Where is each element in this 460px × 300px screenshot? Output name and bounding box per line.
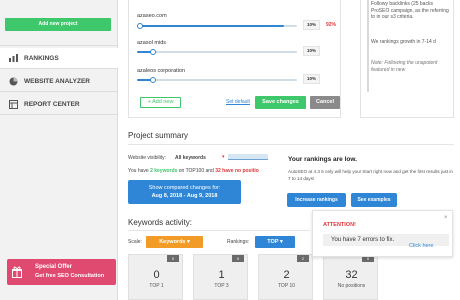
stat-label: No positions — [337, 283, 366, 289]
visibility-bar — [228, 154, 268, 160]
competitor-slider[interactable] — [137, 51, 297, 53]
increase-rankings-button[interactable]: Increase rankings — [287, 193, 346, 207]
rankings-label: Rankings: — [227, 239, 250, 245]
rankings-dropdown[interactable]: TOP ▾ — [255, 236, 295, 248]
divider — [0, 114, 118, 115]
cancel-button[interactable]: Cancel — [310, 96, 340, 109]
nav-item-website-analyzer[interactable]: WEBSITE ANALYZER — [0, 71, 118, 91]
attention-title: ATTENTION! — [323, 222, 356, 228]
stat-card-top3[interactable]: 0 1 TOP 3 — [193, 254, 248, 300]
scale-label: Scale: — [128, 239, 142, 245]
nav-item-rankings[interactable]: RANKINGS — [0, 48, 118, 68]
stat-label: TOP 1 — [149, 283, 164, 289]
special-offer-subtitle: Get free SEO Consultation — [35, 273, 105, 279]
project-summary-title: Project summary — [128, 131, 189, 140]
chevron-down-icon: ▾ — [187, 239, 190, 245]
rankings-bars-icon — [8, 53, 18, 63]
divider — [128, 230, 310, 231]
visibility-label: Website visibility: — [128, 155, 166, 161]
attention-popup: ATTENTION! × You have 7 errors to fix. — [312, 210, 453, 257]
stat-value: 1 — [218, 269, 225, 281]
stat-value: 32 — [345, 269, 358, 281]
compare-dates: Aug 8, 2018 - Aug 9, 2018 — [151, 193, 218, 199]
tip-paragraph: Followy backlinks (25 backs ProSEO campa… — [371, 1, 449, 20]
slider-fill — [137, 25, 284, 27]
show-compared-changes-button[interactable]: Show compared changes for: Aug 8, 2018 -… — [128, 180, 241, 204]
stat-value: 2 — [283, 269, 290, 281]
gift-icon — [12, 265, 22, 278]
stat-card-top10[interactable]: 2 2 TOP 10 — [258, 254, 313, 300]
report-grid-icon — [8, 99, 18, 109]
slider-handle[interactable] — [150, 49, 156, 55]
competitor-name: azasol mids — [137, 40, 167, 46]
visibility-select[interactable]: All keywords — [175, 155, 206, 161]
keywords-summary-text: You have 2 keywords on TOP100 and 32 hav… — [128, 168, 259, 174]
divider — [0, 45, 118, 46]
competitor-extra-percent: 92% — [326, 22, 337, 28]
click-here-link[interactable]: Click here — [409, 243, 433, 249]
divider — [128, 144, 454, 145]
nav-item-report-center[interactable]: REPORT CENTER — [0, 94, 118, 114]
nav-label: RANKINGS — [24, 54, 59, 62]
stat-badge: 0 — [167, 255, 179, 262]
stat-card-top100[interactable]: 0 32 No positions — [323, 254, 378, 300]
close-icon[interactable]: × — [444, 215, 448, 221]
stat-label: TOP 3 — [214, 283, 229, 289]
rankings-low-text: AutoSEO at 4.3 5 only will help you! Sta… — [288, 169, 453, 181]
nav-label: WEBSITE ANALYZER — [24, 77, 90, 85]
competitor-percent: 10% — [303, 74, 320, 84]
competitor-slider[interactable] — [137, 79, 297, 81]
divider — [0, 68, 118, 69]
special-offer-banner[interactable]: Special Offer Get free SEO Consultation — [7, 259, 116, 285]
tips-accent-bar — [367, 0, 369, 92]
slider-handle[interactable] — [150, 77, 156, 83]
scale-dropdown[interactable]: Keywords ▾ — [146, 236, 203, 248]
nav-label: REPORT CENTER — [24, 100, 80, 108]
add-competitor-button[interactable]: + Add new — [140, 97, 181, 108]
competitor-name: azaleos corporation — [137, 68, 186, 74]
add-project-button[interactable]: Add new project — [5, 18, 111, 31]
special-offer-title: Special Offer — [35, 264, 73, 270]
pie-chart-icon — [8, 76, 18, 86]
divider — [0, 91, 118, 92]
chevron-down-icon: ▾ — [279, 239, 283, 245]
tip-note: Note: Following the unapotent featured i… — [371, 60, 438, 73]
competitor-name: azaseo.com — [137, 13, 167, 19]
dropdown-caret-icon[interactable]: ▾ — [222, 154, 225, 160]
stat-badge: 0 — [232, 255, 244, 262]
slider-handle[interactable] — [137, 23, 143, 29]
stat-badge: 2 — [297, 255, 309, 262]
compare-label: Show compared changes for: — [148, 185, 221, 191]
keywords-activity-title: Keywords activity: — [128, 218, 193, 227]
stat-label: TOP 10 — [277, 283, 296, 289]
rankings-low-title: Your rankings are low. — [288, 156, 357, 163]
competitor-percent: 10% — [303, 46, 320, 56]
set-default-link[interactable]: Set default — [226, 99, 250, 105]
competitor-percent: 10% — [303, 20, 320, 30]
stat-card-top1[interactable]: 0 0 TOP 1 — [128, 254, 183, 300]
see-examples-button[interactable]: See examples — [351, 193, 397, 207]
tip-paragraph: We rankings growth in 7-14 d — [371, 39, 436, 45]
stat-value: 0 — [153, 269, 160, 281]
save-changes-button[interactable]: Save changes — [255, 96, 306, 109]
